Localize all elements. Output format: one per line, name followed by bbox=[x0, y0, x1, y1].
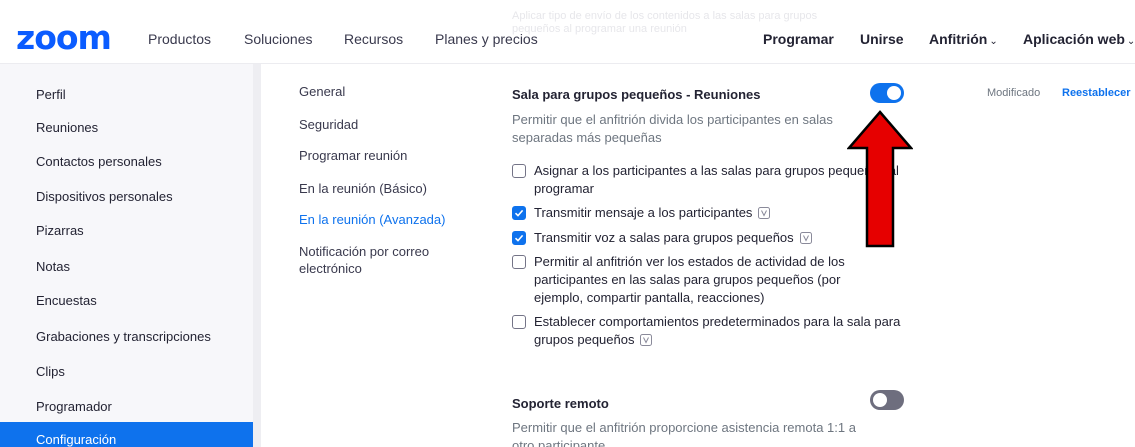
toggle-knob bbox=[887, 86, 901, 100]
tab-en-la-reunion-avanzada[interactable]: En la reunión (Avanzada) bbox=[299, 211, 445, 228]
sidebar-item-pizarras[interactable]: Pizarras bbox=[36, 223, 84, 239]
reset-link[interactable]: Reestablecer bbox=[1062, 86, 1131, 100]
breakout-toggle[interactable] bbox=[870, 83, 904, 103]
nav-aplicacion-web[interactable]: Aplicación web ⌄ bbox=[1023, 30, 1135, 51]
option-label: Establecer comportamientos predeterminad… bbox=[534, 314, 901, 347]
breakout-option-default-behaviors[interactable]: Establecer comportamientos predeterminad… bbox=[512, 313, 912, 349]
chevron-down-icon: ⌄ bbox=[1126, 36, 1135, 47]
option-label-wrap: Transmitir mensaje a los participantes bbox=[534, 204, 771, 222]
sidebar-item-notas[interactable]: Notas bbox=[36, 259, 70, 275]
top-nav: Aplicar tipo de envío de los contenidos … bbox=[0, 0, 1135, 64]
info-icon[interactable] bbox=[799, 231, 812, 244]
nav-recursos[interactable]: Recursos bbox=[344, 30, 403, 48]
sidebar-item-contactos-personales[interactable]: Contactos personales bbox=[36, 154, 162, 170]
sidebar-item-dispositivos-personales[interactable]: Dispositivos personales bbox=[36, 189, 173, 205]
checkbox[interactable] bbox=[512, 231, 526, 245]
nav-unirse[interactable]: Unirse bbox=[860, 30, 904, 48]
check-icon bbox=[514, 234, 524, 242]
sidebar-item-perfil[interactable]: Perfil bbox=[36, 87, 66, 103]
breakout-title: Sala para grupos pequeños - Reuniones bbox=[512, 87, 761, 102]
option-label-wrap: Transmitir voz a salas para grupos peque… bbox=[534, 229, 812, 247]
check-icon bbox=[514, 209, 524, 217]
info-icon[interactable] bbox=[758, 206, 771, 219]
chevron-down-icon: ⌄ bbox=[989, 36, 998, 47]
option-label: Transmitir mensaje a los participantes bbox=[534, 205, 753, 220]
sidebar-item-programador[interactable]: Programador bbox=[36, 399, 112, 415]
toggle-knob bbox=[873, 393, 887, 407]
sidebar-item-encuestas[interactable]: Encuestas bbox=[36, 293, 97, 309]
tab-notificacion-correo[interactable]: Notificación por correo electrónico bbox=[299, 243, 469, 277]
nav-planes-precios[interactable]: Planes y precios bbox=[435, 30, 538, 48]
red-arrow-annotation bbox=[847, 110, 913, 248]
tab-programar-reunion[interactable]: Programar reunión bbox=[299, 147, 407, 164]
remote-support-toggle[interactable] bbox=[870, 390, 904, 410]
nav-soluciones[interactable]: Soluciones bbox=[244, 30, 313, 48]
sidebar-item-reuniones[interactable]: Reuniones bbox=[36, 120, 98, 136]
tab-en-la-reunion-basico[interactable]: En la reunión (Básico) bbox=[299, 180, 427, 197]
nav-anfitrion[interactable]: Anfitrión ⌄ bbox=[929, 30, 998, 51]
option-label: Transmitir voz a salas para grupos peque… bbox=[534, 230, 794, 245]
sidebar-divider bbox=[253, 64, 261, 447]
checkbox[interactable] bbox=[512, 255, 526, 269]
breakout-option-activity-status[interactable]: Permitir al anfitrión ver los estados de… bbox=[512, 253, 857, 307]
checkbox[interactable] bbox=[512, 164, 526, 178]
zoom-logo[interactable]: zoom bbox=[16, 21, 112, 54]
checkbox[interactable] bbox=[512, 206, 526, 220]
nav-programar[interactable]: Programar bbox=[763, 30, 834, 48]
nav-aplicacion-web-label: Aplicación web bbox=[1023, 31, 1125, 47]
nav-productos[interactable]: Productos bbox=[148, 30, 211, 48]
tab-seguridad[interactable]: Seguridad bbox=[299, 116, 358, 133]
sidebar-item-configuracion-label: Configuración bbox=[36, 432, 117, 447]
checkbox[interactable] bbox=[512, 315, 526, 329]
sidebar-item-clips[interactable]: Clips bbox=[36, 364, 65, 380]
remote-support-title: Soporte remoto bbox=[512, 396, 609, 411]
breakout-description: Permitir que el anfitrión divida los par… bbox=[512, 112, 833, 145]
nav-anfitrion-label: Anfitrión bbox=[929, 31, 988, 47]
info-icon[interactable] bbox=[640, 333, 653, 346]
option-label: Permitir al anfitrión ver los estados de… bbox=[534, 254, 845, 305]
tab-general[interactable]: General bbox=[299, 83, 345, 100]
option-label-wrap: Establecer comportamientos predeterminad… bbox=[534, 313, 912, 349]
remote-support-description: Permitir que el anfitrión proporcione as… bbox=[512, 420, 856, 447]
sidebar-item-grabaciones[interactable]: Grabaciones y transcripciones bbox=[36, 329, 211, 345]
status-modified: Modificado bbox=[987, 87, 1041, 99]
